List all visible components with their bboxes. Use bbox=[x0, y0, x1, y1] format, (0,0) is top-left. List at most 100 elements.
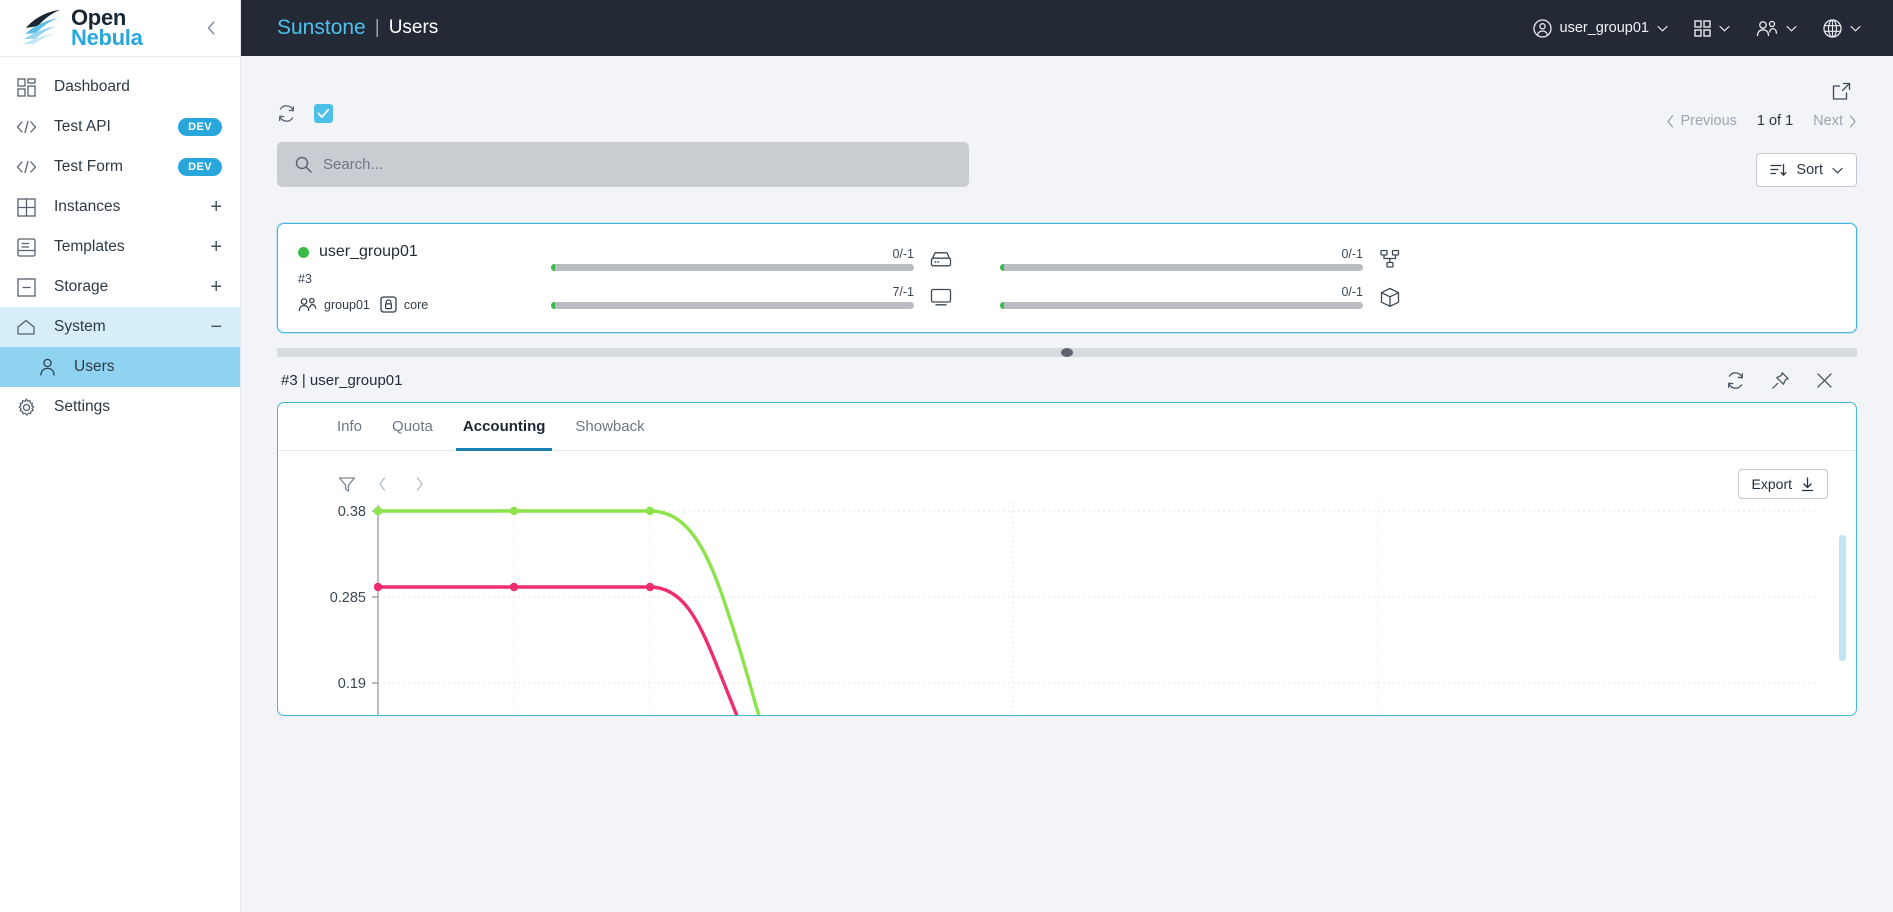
chart-previous-button[interactable] bbox=[378, 477, 387, 491]
download-icon bbox=[1801, 476, 1814, 491]
dev-badge: DEV bbox=[178, 158, 222, 176]
y-tick-label: 0.19 bbox=[338, 676, 366, 692]
opennebula-logo: Open Nebula bbox=[20, 6, 143, 50]
series-green-point bbox=[509, 506, 519, 516]
refresh-icon bbox=[278, 105, 295, 122]
sidebar-item-settings[interactable]: Settings bbox=[0, 387, 240, 427]
quota-row: 0/-1 bbox=[1000, 247, 1403, 271]
add-template-button[interactable]: + bbox=[210, 237, 222, 257]
sidebar-item-dashboard[interactable]: Dashboard bbox=[0, 67, 240, 107]
search-row: Search... Sort bbox=[277, 142, 1857, 187]
main-area: Sunstone | Users user_group01 Previous 1… bbox=[241, 0, 1893, 912]
sidebar-item-label: Storage bbox=[54, 278, 109, 295]
series-green-point bbox=[373, 506, 383, 516]
add-storage-button[interactable]: + bbox=[210, 277, 222, 297]
chevron-right-icon bbox=[1849, 114, 1856, 128]
datastore-icon bbox=[928, 251, 954, 268]
network-icon bbox=[1377, 249, 1403, 269]
series-green-line bbox=[376, 509, 761, 715]
quota-value: 0/-1 bbox=[1341, 285, 1363, 299]
dev-badge: DEV bbox=[178, 118, 222, 136]
tab-quota[interactable]: Quota bbox=[377, 403, 448, 451]
chevron-down-icon bbox=[1657, 25, 1668, 32]
refresh-button[interactable] bbox=[277, 104, 296, 123]
detail-close-button[interactable] bbox=[1816, 372, 1833, 389]
chart-vertical-scrollbar[interactable] bbox=[1839, 535, 1846, 661]
quota-bar-wrap: 0/-1 bbox=[1000, 247, 1363, 271]
select-all-checkbox[interactable] bbox=[314, 104, 333, 123]
sidebar-item-label: Test Form bbox=[54, 158, 123, 175]
search-placeholder: Search... bbox=[323, 156, 384, 173]
detail-refresh-button[interactable] bbox=[1726, 371, 1745, 390]
previous-page-button[interactable]: Previous bbox=[1666, 113, 1737, 129]
quota-value: 0/-1 bbox=[892, 247, 914, 261]
topbar-language-menu[interactable] bbox=[1813, 13, 1871, 44]
quota-bar bbox=[1000, 302, 1363, 309]
topbar-group-menu[interactable] bbox=[1746, 14, 1807, 43]
pagination: Previous 1 of 1 Next bbox=[1666, 113, 1857, 129]
sidebar-item-instances[interactable]: Instances + bbox=[0, 187, 240, 227]
next-page-label: Next bbox=[1813, 113, 1843, 129]
close-icon bbox=[1817, 373, 1832, 388]
sidebar-item-users[interactable]: Users bbox=[0, 347, 240, 387]
sidebar-item-templates[interactable]: Templates + bbox=[0, 227, 240, 267]
user-card[interactable]: user_group01 #3 group01 core 0/-1 7/-1 0… bbox=[277, 223, 1857, 333]
tab-accounting[interactable]: Accounting bbox=[448, 403, 561, 451]
grid-icon bbox=[1694, 19, 1711, 37]
series-green-point bbox=[645, 506, 655, 516]
add-instance-button[interactable]: + bbox=[210, 197, 222, 217]
list-toolbar: Previous 1 of 1 Next bbox=[277, 82, 1857, 136]
users-icon bbox=[1756, 20, 1778, 36]
topbar-user-label: user_group01 bbox=[1559, 20, 1650, 36]
sidebar-item-label: Templates bbox=[54, 238, 125, 255]
code-icon bbox=[14, 155, 38, 179]
previous-page-label: Previous bbox=[1680, 113, 1737, 129]
topbar-user-menu[interactable]: user_group01 bbox=[1523, 13, 1679, 44]
sidebar-item-test-form[interactable]: Test Form DEV bbox=[0, 147, 240, 187]
resize-grip[interactable] bbox=[1061, 347, 1073, 357]
user-auth-tag: core bbox=[380, 296, 428, 313]
check-icon bbox=[317, 108, 330, 118]
dashboard-icon bbox=[14, 75, 38, 99]
chart-plot: 0.38 0.285 0.19 bbox=[278, 501, 1856, 715]
panel-resize-handle[interactable] bbox=[277, 347, 1857, 357]
storage-icon bbox=[14, 275, 38, 299]
sort-button[interactable]: Sort bbox=[1756, 153, 1857, 187]
user-card-name-row: user_group01 bbox=[298, 243, 551, 261]
open-external-button[interactable] bbox=[1832, 82, 1851, 106]
next-page-button[interactable]: Next bbox=[1813, 113, 1857, 129]
chart-filter-button[interactable] bbox=[338, 476, 356, 493]
sidebar-item-storage[interactable]: Storage + bbox=[0, 267, 240, 307]
chevron-down-icon bbox=[1850, 25, 1861, 32]
export-label: Export bbox=[1751, 476, 1792, 492]
chevron-left-icon bbox=[1667, 114, 1674, 128]
external-link-icon bbox=[1832, 82, 1851, 100]
detail-pin-button[interactable] bbox=[1771, 371, 1790, 390]
quota-value: 7/-1 bbox=[892, 285, 914, 299]
topbar-apps-menu[interactable] bbox=[1684, 14, 1740, 43]
sidebar-header: Open Nebula bbox=[0, 0, 240, 57]
content-inner: Previous 1 of 1 Next Search... Sort user… bbox=[241, 56, 1893, 716]
logo-line-2: Nebula bbox=[71, 25, 143, 50]
grid-square-icon bbox=[14, 195, 38, 219]
search-input[interactable]: Search... bbox=[277, 142, 969, 187]
tab-info[interactable]: Info bbox=[322, 403, 377, 451]
chart-next-button[interactable] bbox=[415, 477, 424, 491]
tab-showback[interactable]: Showback bbox=[560, 403, 659, 451]
status-badge bbox=[298, 246, 309, 258]
globe-icon bbox=[1823, 18, 1842, 38]
chevron-down-icon bbox=[1786, 25, 1797, 32]
sidebar-item-test-api[interactable]: Test API DEV bbox=[0, 107, 240, 147]
collapse-system-button[interactable]: − bbox=[210, 317, 222, 337]
chevron-down-icon bbox=[1719, 25, 1730, 32]
quota-bar-wrap: 0/-1 bbox=[551, 247, 914, 271]
page-count-label: 1 of 1 bbox=[1756, 113, 1794, 129]
sidebar-item-system[interactable]: System − bbox=[0, 307, 240, 347]
sidebar-collapse-button[interactable] bbox=[198, 15, 224, 41]
sidebar-nav: Dashboard Test API DEV Test Form DEV Ins… bbox=[0, 57, 240, 427]
chevron-left-icon bbox=[379, 477, 386, 491]
toolbar-left bbox=[277, 82, 333, 123]
detail-actions bbox=[1726, 371, 1855, 390]
series-pink-point bbox=[645, 582, 655, 592]
export-button[interactable]: Export bbox=[1737, 469, 1828, 499]
